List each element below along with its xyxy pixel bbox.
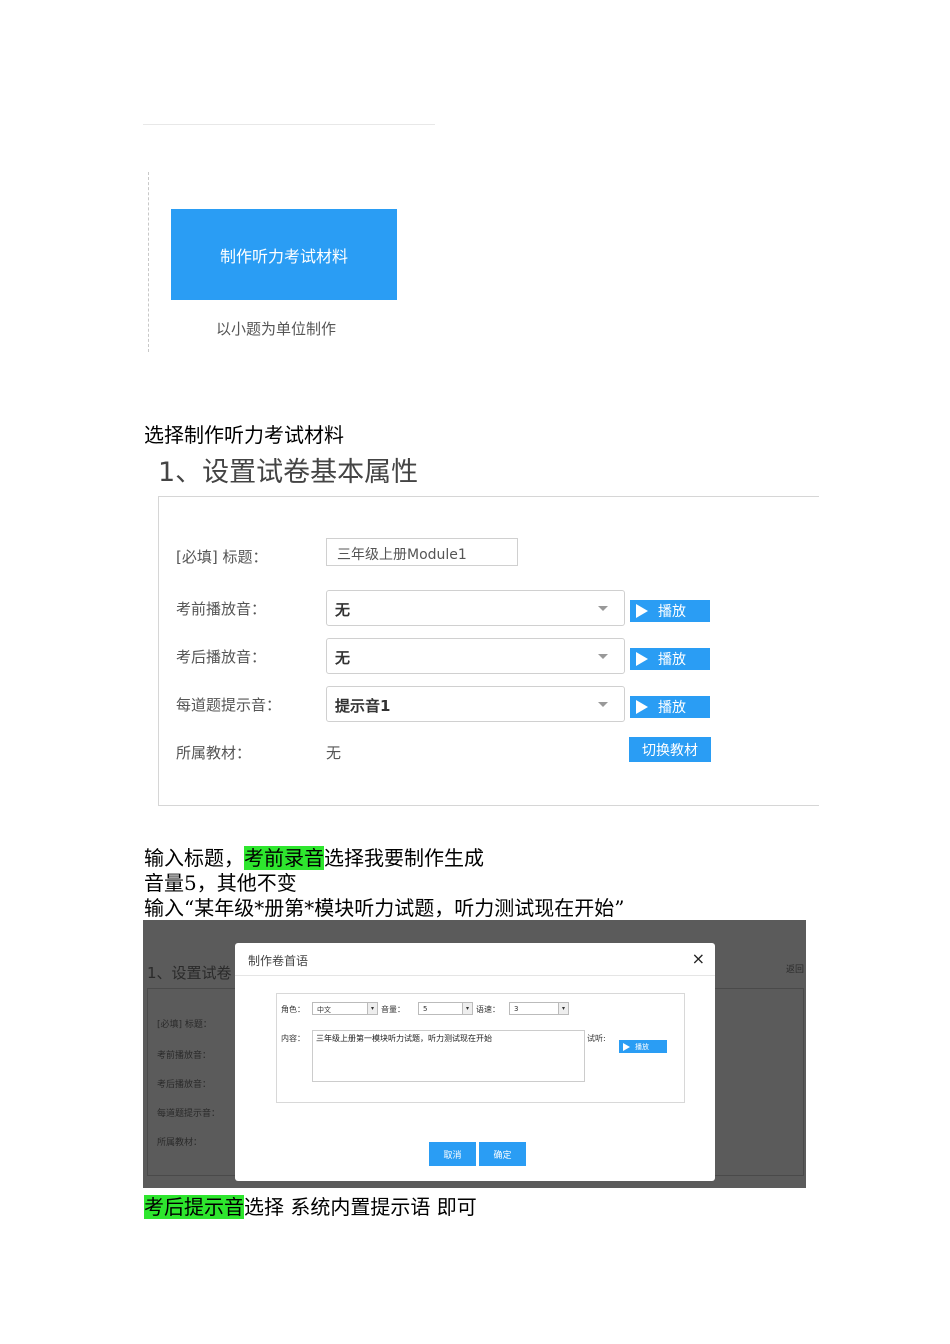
chevron-down-icon: ▾ bbox=[558, 1003, 568, 1014]
volume-select[interactable]: 5 ▾ bbox=[418, 1002, 473, 1015]
chevron-down-icon: ▾ bbox=[367, 1003, 377, 1014]
bg-label: 考前播放音： bbox=[157, 1051, 212, 1061]
play-label: 播放 bbox=[658, 652, 686, 668]
pre-sound-label: 考前播放音： bbox=[176, 600, 267, 618]
post-sound-play-button[interactable]: 播放 bbox=[630, 648, 710, 670]
play-icon bbox=[623, 1042, 630, 1051]
volume-label: 音量： bbox=[381, 1005, 405, 1014]
dashed-divider bbox=[148, 172, 149, 352]
each-sound-value: 提示音1 bbox=[335, 697, 391, 715]
doc-line-2-b: 选择我要制作生成 bbox=[324, 846, 484, 870]
highlight-pre-record: 考前录音 bbox=[244, 846, 324, 870]
post-sound-value: 无 bbox=[335, 649, 351, 667]
role-value: 中文 bbox=[317, 1006, 331, 1014]
title-label: [必填] 标题： bbox=[176, 548, 268, 566]
book-label: 所属教材： bbox=[176, 744, 252, 762]
chevron-down-icon: ▾ bbox=[462, 1003, 472, 1014]
section-title: 1、设置试卷基本属性 bbox=[158, 457, 419, 488]
pre-sound-value: 无 bbox=[335, 601, 351, 619]
bg-label: [必填] 标题： bbox=[157, 1020, 212, 1030]
doc-line-4: 输入“某年级*册第*模块听力试题，听力测试现在开始” bbox=[144, 896, 625, 920]
each-sound-label: 每道题提示音： bbox=[176, 696, 282, 714]
play-label: 播放 bbox=[635, 1042, 649, 1051]
make-subtitle: 以小题为单位制作 bbox=[216, 320, 337, 338]
play-label: 播放 bbox=[658, 604, 686, 620]
listen-label: 试听: bbox=[587, 1034, 606, 1043]
play-icon bbox=[636, 604, 648, 618]
confirm-button[interactable]: 确定 bbox=[479, 1142, 526, 1166]
chevron-down-icon bbox=[598, 654, 608, 659]
play-icon bbox=[636, 700, 648, 714]
book-value: 无 bbox=[326, 744, 342, 762]
make-preface-dialog: 制作卷首语 × 角色： 中文 ▾ 音量： 5 ▾ 语速： 3 ▾ 内容： 三年级… bbox=[235, 943, 715, 1181]
bg-label: 每道题提示音： bbox=[157, 1109, 221, 1119]
cancel-button[interactable]: 取消 bbox=[429, 1142, 476, 1166]
pre-sound-play-button[interactable]: 播放 bbox=[630, 600, 710, 622]
speed-select[interactable]: 3 ▾ bbox=[509, 1002, 569, 1015]
post-sound-label: 考后播放音： bbox=[176, 648, 267, 666]
doc-line-1: 选择制作听力考试材料 bbox=[144, 423, 344, 447]
doc-line-2-a: 输入标题， bbox=[144, 846, 244, 870]
divider bbox=[143, 124, 435, 125]
listen-play-button[interactable]: 播放 bbox=[619, 1040, 667, 1053]
dialog-title: 制作卷首语 bbox=[248, 954, 309, 968]
chevron-down-icon bbox=[598, 702, 608, 707]
each-sound-play-button[interactable]: 播放 bbox=[630, 696, 710, 718]
switch-book-button[interactable]: 切换教材 bbox=[629, 737, 711, 762]
play-icon bbox=[636, 652, 648, 666]
content-textarea[interactable]: 三年级上册第一模块听力试题，听力测试现在开始 bbox=[312, 1030, 585, 1082]
pre-sound-select[interactable]: 无 bbox=[326, 590, 625, 626]
role-select[interactable]: 中文 ▾ bbox=[312, 1002, 378, 1015]
volume-value: 5 bbox=[423, 1005, 428, 1013]
post-sound-select[interactable]: 无 bbox=[326, 638, 625, 674]
bg-back-link[interactable]: 返回 bbox=[786, 962, 804, 975]
title-input[interactable]: 三年级上册Module1 bbox=[326, 538, 518, 566]
content-label: 内容： bbox=[281, 1034, 305, 1043]
bg-label: 考后播放音： bbox=[157, 1080, 212, 1090]
chevron-down-icon bbox=[598, 606, 608, 611]
doc-line-2: 输入标题，考前录音选择我要制作生成 bbox=[144, 846, 484, 871]
doc-line-5: 考后提示音选择 系统内置提示语 即可 bbox=[144, 1195, 477, 1220]
each-sound-select[interactable]: 提示音1 bbox=[326, 686, 625, 722]
role-label: 角色： bbox=[281, 1005, 305, 1014]
highlight-post-sound: 考后提示音 bbox=[144, 1195, 244, 1219]
speed-label: 语速： bbox=[476, 1005, 500, 1014]
dialog-divider bbox=[235, 975, 715, 976]
doc-line-5-b: 选择 系统内置提示语 即可 bbox=[244, 1195, 477, 1219]
bg-label: 所属教材： bbox=[157, 1138, 203, 1148]
make-listening-material-button[interactable]: 制作听力考试材料 bbox=[171, 209, 397, 300]
bg-section-title: 1、设置试卷 bbox=[147, 964, 232, 982]
speed-value: 3 bbox=[514, 1005, 519, 1013]
voice-settings-panel: 角色： 中文 ▾ 音量： 5 ▾ 语速： 3 ▾ 内容： 三年级上册第一模块听力… bbox=[276, 993, 685, 1103]
doc-line-3: 音量5，其他不变 bbox=[144, 871, 297, 895]
close-icon[interactable]: × bbox=[692, 949, 705, 968]
play-label: 播放 bbox=[658, 700, 686, 716]
